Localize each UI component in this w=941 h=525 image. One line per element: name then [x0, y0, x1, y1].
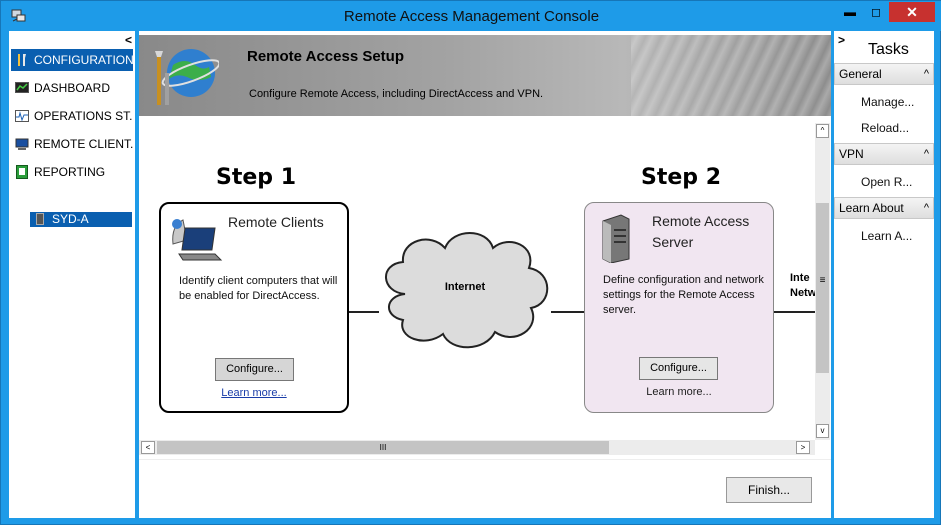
scroll-left-button[interactable]: <	[141, 441, 155, 454]
configure-remote-clients-button[interactable]: Configure...	[215, 358, 294, 381]
vertical-grip: ≡	[819, 275, 826, 286]
learn-more-link[interactable]: Learn more...	[161, 387, 347, 399]
window-title: Remote Access Management Console	[343, 8, 600, 25]
reporting-icon	[16, 165, 28, 179]
task-manage[interactable]: Manage...	[861, 95, 914, 109]
operations-status-icon	[15, 110, 29, 122]
dashboard-icon	[15, 82, 29, 93]
tasks-section-vpn[interactable]: VPN ^	[834, 143, 934, 165]
maximize-button[interactable]: ◻	[863, 2, 889, 22]
tasks-section-learn-about[interactable]: Learn About ^	[834, 197, 934, 219]
banner-decoration	[631, 35, 831, 116]
finish-button[interactable]: Finish...	[726, 477, 812, 503]
title-bar[interactable]: Remote Access Management Console ▬ ◻ ✕	[1, 1, 941, 31]
nav-item-label: REMOTE CLIENT...	[34, 137, 133, 151]
section-label: Learn About	[839, 201, 904, 215]
task-reload[interactable]: Reload...	[861, 121, 909, 135]
step1-heading: Step 1	[216, 165, 296, 190]
setup-banner: Remote Access Setup Configure Remote Acc…	[139, 35, 831, 116]
collapse-icon[interactable]: ^	[924, 144, 929, 164]
nav-item-label: REPORTING	[34, 165, 106, 179]
minimize-button[interactable]: ▬	[837, 2, 863, 22]
nav-item-remote-client[interactable]: REMOTE CLIENT...	[11, 133, 133, 155]
tasks-title: Tasks	[868, 41, 909, 58]
internet-label: Internet	[444, 281, 486, 293]
internal-network-label-line2: Netw	[790, 287, 815, 299]
banner-title: Remote Access Setup	[247, 48, 405, 65]
expand-tasks-button[interactable]: >	[838, 33, 845, 47]
nav-item-dashboard[interactable]: DASHBOARD	[11, 77, 133, 99]
connector-line	[551, 311, 585, 313]
banner-subtitle: Configure Remote Access, including Direc…	[249, 88, 544, 100]
remote-access-globe-icon	[155, 49, 219, 105]
card-title: Remote Access Server	[652, 213, 750, 250]
tasks-section-general[interactable]: General ^	[834, 63, 934, 85]
card-description: Identify client computers that will be e…	[179, 275, 338, 302]
vertical-scroll-thumb[interactable]: ≡	[816, 203, 829, 373]
server-icon	[36, 213, 44, 225]
collapse-icon[interactable]: ^	[924, 198, 929, 218]
remote-clients-card: Remote Clients Identify client computers…	[159, 202, 349, 413]
collapse-nav-button[interactable]: <	[125, 33, 132, 47]
laptop-icon	[172, 219, 223, 261]
task-open-vpn[interactable]: Open R...	[861, 175, 912, 189]
nav-item-label: CONFIGURATION	[34, 53, 133, 67]
internal-network-label-line1: Inte	[790, 272, 810, 284]
setup-diagram: Step 1 Step 2 Internet Remote Clients Id…	[139, 121, 815, 453]
nav-item-reporting[interactable]: REPORTING	[11, 161, 133, 183]
server-label: SYD-A	[52, 212, 89, 226]
section-label: VPN	[839, 147, 864, 161]
wizard-footer: Finish...	[139, 459, 831, 518]
scroll-right-button[interactable]: >	[796, 441, 810, 454]
tasks-pane: > Tasks General ^ Manage... Reload... VP…	[834, 31, 934, 518]
server-node-syd-a[interactable]: SYD-A	[30, 212, 132, 227]
scroll-up-button[interactable]: ^	[816, 124, 829, 138]
scroll-down-button[interactable]: v	[816, 424, 829, 438]
step2-heading: Step 2	[641, 165, 721, 190]
card-description: Define configuration and network setting…	[603, 274, 764, 316]
nav-item-configuration[interactable]: CONFIGURATION	[11, 49, 133, 71]
learn-more-link[interactable]: Learn more...	[585, 386, 773, 398]
nav-item-label: OPERATIONS ST...	[34, 109, 133, 123]
configure-remote-access-server-button[interactable]: Configure...	[639, 357, 718, 380]
card-title: Remote Clients	[228, 214, 324, 230]
main-pane: Remote Access Setup Configure Remote Acc…	[139, 31, 831, 518]
vertical-scrollbar[interactable]: ^ ≡ v	[815, 123, 830, 440]
tasks-header: > Tasks	[834, 31, 934, 61]
nav-item-operations-status[interactable]: OPERATIONS ST...	[11, 105, 133, 127]
task-learn-about[interactable]: Learn A...	[861, 229, 912, 243]
app-window: Remote Access Management Console ▬ ◻ ✕ <…	[0, 0, 941, 525]
connector-line	[774, 311, 815, 313]
section-label: General	[839, 67, 882, 81]
collapse-icon[interactable]: ^	[924, 64, 929, 84]
remote-client-icon	[15, 138, 29, 150]
server-icon	[602, 214, 630, 263]
horizontal-scrollbar[interactable]: < III >	[139, 440, 815, 455]
remote-access-server-card: Remote Access Server Define configuratio…	[584, 202, 774, 413]
internal-network-label: Inte Netw	[790, 271, 815, 301]
configuration-icon	[18, 54, 26, 66]
internet-cloud: Internet	[375, 224, 555, 354]
close-button[interactable]: ✕	[889, 2, 935, 22]
navigation-pane: < CONFIGURATION DASHBOARD OPERATIONS ST.…	[9, 31, 135, 518]
nav-item-label: DASHBOARD	[34, 81, 111, 95]
horizontal-scroll-thumb[interactable]: III	[157, 441, 609, 454]
